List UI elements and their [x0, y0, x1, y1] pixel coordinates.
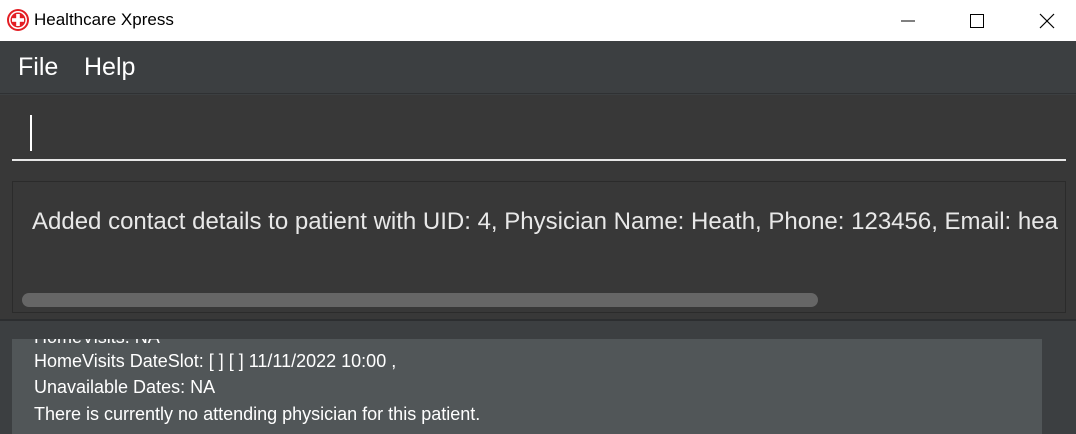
maximize-button[interactable]: [942, 0, 1012, 41]
red-cross-app-icon: [6, 8, 30, 32]
menu-help[interactable]: Help: [84, 53, 135, 81]
minimize-icon: [900, 13, 916, 29]
patient-homevisits: HomeVisits: NA: [34, 339, 160, 348]
title-bar: Healthcare Xpress: [0, 0, 1076, 41]
patient-unavailable-dates: Unavailable Dates: NA: [34, 377, 216, 397]
maximize-icon: [969, 13, 985, 29]
horizontal-scrollbar-thumb[interactable]: [22, 293, 818, 307]
minimize-button[interactable]: [873, 0, 943, 41]
command-box: [0, 95, 1076, 173]
patient-attending-physician: There is currently no attending physicia…: [34, 404, 481, 424]
patient-card[interactable]: HomeVisits: NA HomeVisits DateSlot: [ ] …: [12, 339, 1042, 434]
close-button[interactable]: [1012, 0, 1076, 41]
patient-homevisits-dateslot: HomeVisits DateSlot: [ ] [ ] 11/11/2022 …: [34, 351, 397, 371]
menu-bar: File Help: [0, 41, 1076, 94]
command-input[interactable]: [12, 99, 1066, 161]
result-message: Added contact details to patient with UI…: [32, 208, 1058, 235]
close-icon: [1039, 13, 1055, 29]
result-display[interactable]: Added contact details to patient with UI…: [12, 181, 1066, 313]
text-caret: [30, 115, 32, 151]
patient-list-panel: HomeVisits: NA HomeVisits DateSlot: [ ] …: [0, 323, 1076, 434]
menu-file[interactable]: File: [18, 53, 58, 81]
result-display-panel: Added contact details to patient with UI…: [0, 173, 1076, 321]
window-title: Healthcare Xpress: [34, 10, 174, 29]
